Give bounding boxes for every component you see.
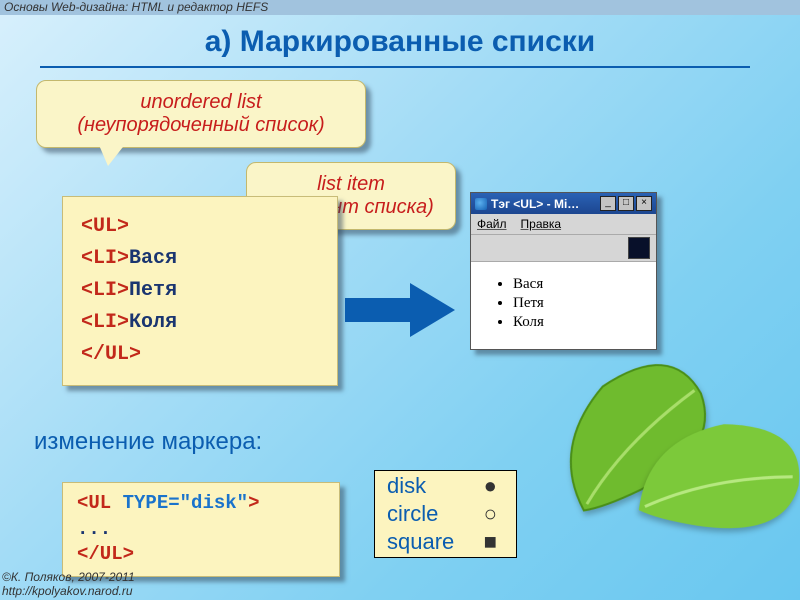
list-item: Вася	[513, 276, 642, 293]
browser-app-icon	[475, 198, 487, 210]
marker-change-label: изменение маркера:	[34, 428, 262, 456]
list-item: Петя	[513, 295, 642, 312]
callout-unordered-list: unordered list (неупорядоченный список)	[36, 80, 366, 148]
arrow-icon	[340, 280, 460, 340]
browser-body: Вася Петя Коля	[471, 262, 656, 349]
table-row: disk ●	[377, 473, 514, 499]
browser-title-text: Тэг <UL> - Mi…	[491, 197, 579, 211]
code-tag: <LI>	[81, 279, 129, 302]
header-bar: Основы Web-дизайна: HTML и редактор HEFS	[0, 0, 800, 15]
footer: ©К. Поляков, 2007-2011 http://kpolyakov.…	[2, 570, 135, 598]
slide-title: а) Маркированные списки	[0, 25, 800, 59]
type-symbol: ●	[466, 473, 514, 499]
type-name: circle	[377, 501, 464, 527]
table-row: square ■	[377, 529, 514, 555]
callout-line: list item	[261, 173, 441, 196]
code-tag: >	[248, 492, 259, 514]
code-text: Коля	[129, 311, 177, 334]
title-rule	[40, 66, 750, 68]
browser-logo-icon	[628, 237, 650, 259]
minimize-button[interactable]: _	[600, 196, 616, 211]
footer-copyright: ©К. Поляков, 2007-2011	[2, 570, 135, 584]
type-symbol: ○	[466, 501, 514, 527]
code-tag: </UL>	[77, 543, 134, 565]
code-example-ul-type: <UL TYPE="disk"> ... </UL>	[62, 482, 340, 577]
table-row: circle ○	[377, 501, 514, 527]
type-name: square	[377, 529, 464, 555]
code-attr-value: "disk"	[180, 492, 248, 514]
browser-menu: Файл Правка	[471, 214, 656, 235]
type-symbol: ■	[466, 529, 514, 555]
code-tag: <UL>	[81, 215, 129, 238]
callout-line: unordered list	[51, 91, 351, 114]
close-button[interactable]: ×	[636, 196, 652, 211]
footer-url: http://kpolyakov.narod.ru	[2, 584, 135, 598]
callout-line: (неупорядоченный список)	[51, 114, 351, 137]
code-text: Вася	[129, 247, 177, 270]
code-tag: <UL	[77, 492, 111, 514]
marker-type-table: disk ● circle ○ square ■	[374, 470, 517, 558]
code-tag: </UL>	[81, 343, 141, 366]
maximize-button[interactable]: □	[618, 196, 634, 211]
browser-toolbar	[471, 235, 656, 262]
menu-edit[interactable]: Правка	[521, 217, 562, 231]
code-tag: <LI>	[81, 311, 129, 334]
code-attr: TYPE=	[111, 492, 179, 514]
browser-titlebar: Тэг <UL> - Mi… _ □ ×	[471, 193, 656, 214]
code-text: ...	[77, 517, 325, 543]
type-name: disk	[377, 473, 464, 499]
code-tag: <LI>	[81, 247, 129, 270]
code-text: Петя	[129, 279, 177, 302]
browser-preview-window: Тэг <UL> - Mi… _ □ × Файл Правка Вася Пе…	[470, 192, 657, 350]
code-example-ul: <UL> <LI>Вася <LI>Петя <LI>Коля </UL>	[62, 196, 338, 386]
list-item: Коля	[513, 314, 642, 331]
menu-file[interactable]: Файл	[477, 217, 507, 231]
